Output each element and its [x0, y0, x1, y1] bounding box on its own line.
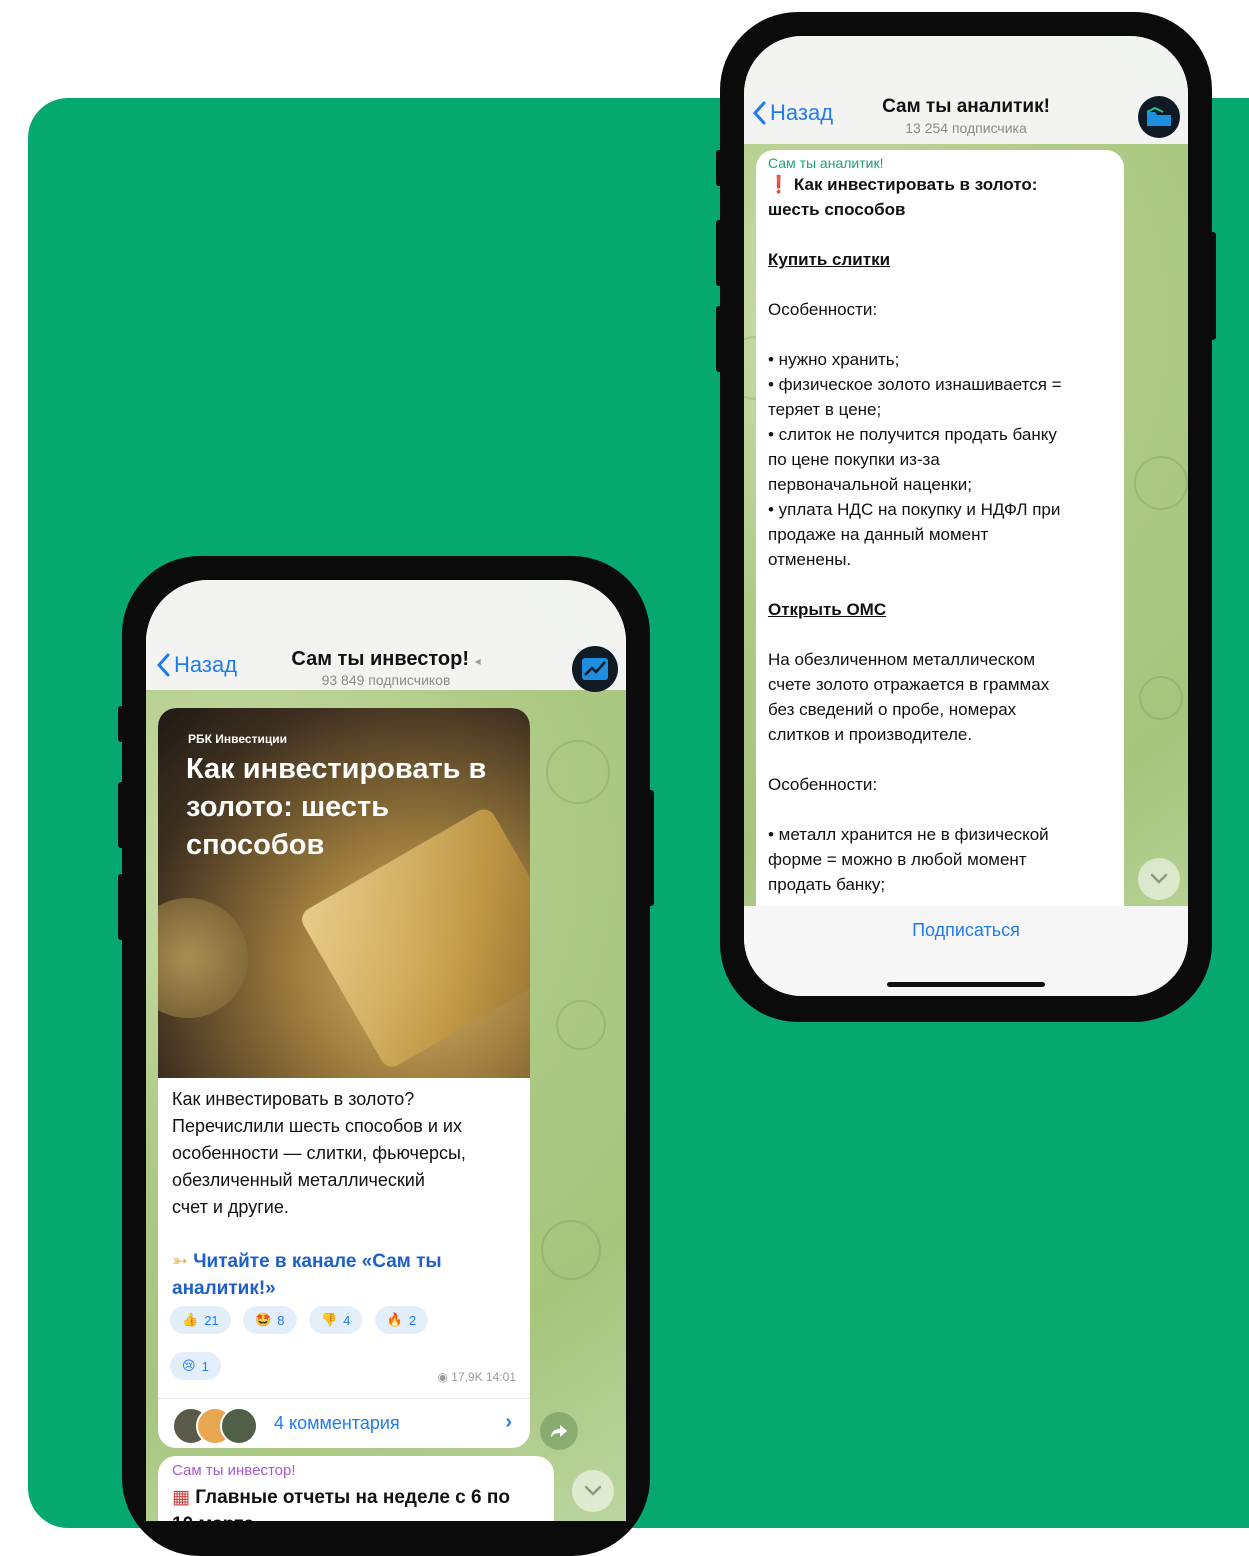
bullet-line: • физическое золото изнашивается =	[768, 375, 1062, 394]
bullet-line: продаже на данный момент	[768, 525, 989, 544]
features-label: Особенности:	[768, 775, 878, 794]
next-post-bubble[interactable]: Сам ты инвестор! ▦ Главные отчеты на нед…	[158, 1456, 554, 1521]
chat-header: Назад Сам ты аналитик! 13 254 подписчика	[744, 36, 1188, 144]
scroll-down-button[interactable]	[1138, 858, 1180, 900]
body-line: счет и другие.	[172, 1197, 289, 1217]
commenter-avatars	[172, 1407, 258, 1445]
thumbs-down-icon: 👎	[320, 1312, 338, 1327]
brand-label: РБК Инвестиции	[188, 732, 287, 746]
channel-avatar[interactable]	[1138, 96, 1180, 138]
post-card[interactable]: РБК Инвестиции Как инвестировать в золот…	[158, 708, 530, 1448]
wallpaper-doodle	[1134, 456, 1188, 510]
next-post-title-text: Главные отчеты на неделе с 6 по	[195, 1487, 510, 1508]
subscribe-button[interactable]: Подписаться	[744, 920, 1188, 941]
home-indicator	[887, 982, 1045, 987]
channel-title-text: Сам ты инвестор!	[291, 648, 469, 670]
wallpaper-doodle	[541, 1220, 601, 1280]
share-button[interactable]	[540, 1412, 578, 1450]
calendar-icon: ▦	[172, 1487, 190, 1508]
section-heading: Открыть ОМС	[768, 600, 887, 619]
bullet-line: • слиток не получится продать банку	[768, 425, 1057, 444]
fire-icon: 🔥	[386, 1312, 404, 1327]
chart-up-icon	[582, 658, 608, 680]
comments-row[interactable]: 4 комментария ›	[158, 1398, 530, 1448]
body-line: особенности — слитки, фьючерсы,	[172, 1143, 466, 1163]
reaction-count: 21	[204, 1312, 219, 1328]
chevron-down-icon	[584, 1485, 602, 1496]
paragraph-line: слитков и производителе.	[768, 725, 973, 744]
bullet-line: отменены.	[768, 550, 852, 569]
bullet-line: первоначальной наценки;	[768, 475, 972, 494]
post-image: РБК Инвестиции Как инвестировать в золот…	[158, 708, 530, 1078]
reaction-count: 2	[409, 1312, 417, 1328]
reactions-row: 😢 1	[170, 1352, 229, 1380]
post-meta: ◉ 17,9K 14:01	[437, 1370, 516, 1384]
message-title: ❗ Как инвестировать в золото:	[768, 172, 1112, 197]
pointing-hand-icon: ➳	[172, 1251, 188, 1272]
paragraph-line: На обезличенном металлическом	[768, 650, 1036, 669]
bullet-line: продать банку;	[768, 875, 886, 894]
channel-avatar[interactable]	[572, 646, 618, 692]
exclamation-icon: ❗	[768, 175, 790, 194]
paragraph-line: без сведений о пробе, номерах	[768, 700, 1017, 719]
post-body: Как инвестировать в золото? Перечислили …	[172, 1086, 522, 1221]
next-post-channel: Сам ты инвестор!	[172, 1462, 296, 1479]
message-title-line: шесть способов	[768, 200, 906, 219]
mute-icon: ◂	[474, 654, 481, 668]
reaction-thumbs-down[interactable]: 👎 4	[308, 1306, 363, 1334]
right-phone-screen: Назад Сам ты аналитик! 13 254 подписчика…	[744, 36, 1188, 996]
views-and-time: 17,9K 14:01	[451, 1370, 516, 1384]
bullet-line: форме = можно в любой момент	[768, 850, 1027, 869]
eye-icon: ◉	[437, 1370, 448, 1384]
channel-title[interactable]: Сам ты аналитик!	[744, 96, 1188, 118]
scroll-down-button[interactable]	[572, 1470, 614, 1512]
thumbs-up-icon: 👍	[182, 1312, 199, 1327]
post-headline: Как инвестировать в золото: шесть способ…	[186, 753, 487, 861]
reactions-row: 👍 21 🤩 8 👎 4 🔥 2	[170, 1306, 520, 1334]
crying-face-icon: 😢	[182, 1358, 196, 1373]
wallpaper-doodle	[1139, 676, 1183, 720]
reaction-fire[interactable]: 🔥 2	[374, 1306, 429, 1334]
body-line: Как инвестировать в золото?	[172, 1089, 415, 1109]
share-icon	[551, 1425, 567, 1438]
chat-header: Назад Сам ты инвестор! ◂ 93 849 подписчи…	[146, 580, 626, 692]
reaction-star-struck[interactable]: 🤩 8	[243, 1306, 297, 1334]
reaction-count: 8	[277, 1312, 285, 1328]
body-line: Перечислили шесть способов и их	[172, 1116, 462, 1136]
section-heading: Купить слитки	[768, 250, 891, 269]
next-post-title: ▦ Главные отчеты на неделе с 6 по 10 мар…	[172, 1484, 510, 1521]
subscriber-count: 93 849 подписчиков	[321, 672, 451, 688]
comments-count: 4 комментария	[274, 1413, 400, 1433]
channel-link-text: Читайте в канале «Сам ты аналитик!»	[172, 1251, 442, 1299]
subscribe-bar: Подписаться	[744, 906, 1188, 996]
reaction-count: 1	[201, 1358, 209, 1374]
wallpaper-doodle	[556, 1000, 606, 1050]
bullet-line: • нужно хранить;	[768, 350, 900, 369]
bullet-line: по цене покупки из-за	[768, 450, 940, 469]
folder-icon	[1146, 106, 1171, 126]
bullet-line: • металл хранится не в физической	[768, 825, 1049, 844]
features-label: Особенности:	[768, 300, 878, 319]
reaction-crying[interactable]: 😢 1	[170, 1352, 221, 1380]
avatar	[220, 1407, 258, 1445]
next-post-title-cont: 10 марта	[172, 1511, 510, 1521]
reaction-thumbs-up[interactable]: 👍 21	[170, 1306, 231, 1334]
message-title-line: Как инвестировать в золото:	[793, 175, 1038, 194]
left-phone-screen: Назад Сам ты инвестор! ◂ 93 849 подписчи…	[146, 580, 626, 1521]
coin	[158, 898, 248, 1018]
chevron-right-icon: ›	[505, 1411, 512, 1433]
wallpaper-doodle	[546, 740, 610, 804]
message-bubble[interactable]: Сам ты аналитик! ❗ Как инвестировать в з…	[756, 150, 1124, 930]
chevron-down-icon	[1150, 873, 1168, 884]
bullet-line: теряет в цене;	[768, 400, 882, 419]
reaction-count: 4	[343, 1312, 351, 1328]
paragraph-line: счете золото отражается в граммах	[768, 675, 1050, 694]
subscriber-count: 13 254 подписчика	[905, 120, 1027, 136]
message-channel-name: Сам ты аналитик!	[768, 155, 884, 171]
bullet-line: • уплата НДС на покупку и НДФЛ при	[768, 500, 1061, 519]
star-struck-icon: 🤩	[255, 1312, 272, 1327]
channel-link[interactable]: ➳ Читайте в канале «Сам ты аналитик!»	[172, 1248, 512, 1302]
channel-title[interactable]: Сам ты инвестор! ◂	[146, 648, 626, 671]
body-line: обезличенный металлический	[172, 1170, 425, 1190]
